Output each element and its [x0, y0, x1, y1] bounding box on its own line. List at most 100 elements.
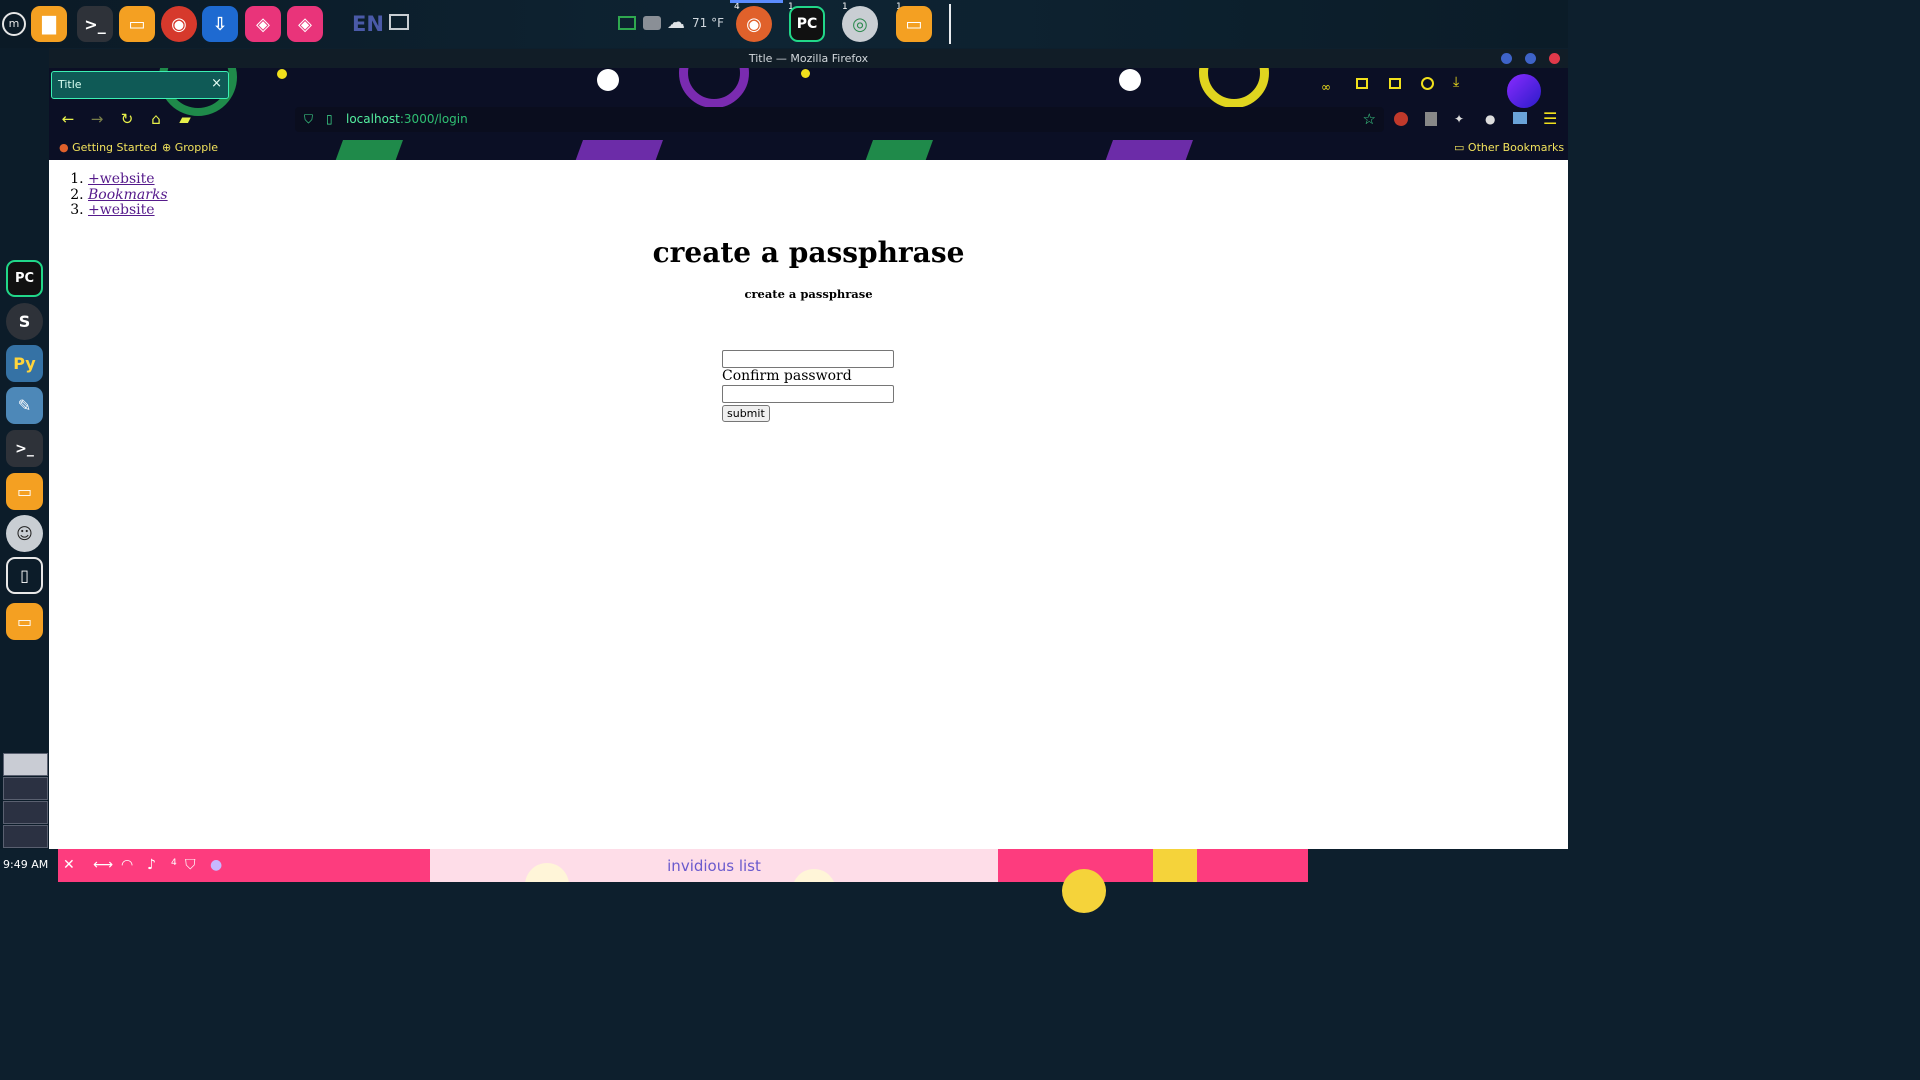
theme-block: [864, 140, 934, 160]
ublock-icon[interactable]: [1394, 112, 1408, 126]
back-button[interactable]: ←: [58, 109, 78, 129]
submit-button[interactable]: submit: [722, 405, 770, 422]
shield-icon[interactable]: ⛉: [304, 112, 313, 127]
page-icon[interactable]: ▯: [326, 112, 333, 126]
bell-icon[interactable]: ◠: [121, 857, 133, 873]
account-icon[interactable]: [1421, 77, 1434, 90]
notification-icon[interactable]: ♪: [147, 857, 156, 873]
chat-tray-icon[interactable]: ●: [210, 857, 222, 873]
left-dock: PC S Py ✎ >_ ▭ ☺ ▯ ▭: [0, 48, 49, 849]
task-label: invidious list: [667, 857, 761, 875]
extension-icon[interactable]: ✦: [1454, 112, 1464, 126]
url-bar[interactable]: ⛉ ▯ localhost:3000/login ☆: [295, 107, 1384, 132]
maximize-button[interactable]: [1525, 53, 1536, 64]
privacy-icon[interactable]: [1425, 112, 1437, 126]
workspace-1[interactable]: [3, 753, 48, 776]
panel-decor-block: [1153, 849, 1197, 882]
link-list: +website Bookmarks +website: [63, 171, 168, 219]
book-dock-icon[interactable]: ▯: [6, 557, 43, 594]
camera-icon[interactable]: [643, 16, 661, 30]
passphrase-form: Confirm password submit: [722, 350, 894, 422]
tab-close-icon[interactable]: ×: [211, 76, 222, 91]
theme-dot: [277, 69, 287, 79]
language-indicator[interactable]: EN: [352, 12, 384, 36]
pycharm-dock-icon[interactable]: PC: [6, 260, 43, 297]
running-firefox-icon[interactable]: ◉: [736, 6, 772, 42]
folder-dock-icon-2[interactable]: ▭: [6, 603, 43, 640]
sunglasses-dock-icon[interactable]: ☺: [6, 515, 43, 552]
cast-icon[interactable]: [1389, 78, 1401, 89]
bottom-panel: 9:49 AM ✕ ⟷ ◠ ♪ 4 ⛉ ● invidious list: [0, 849, 1568, 913]
folder-app-icon[interactable]: ▭: [119, 6, 155, 42]
store-app-icon[interactable]: ◈: [245, 6, 281, 42]
url-text[interactable]: localhost:3000/login: [346, 112, 468, 126]
container-icon[interactable]: [1356, 78, 1368, 89]
bookmark-star-icon[interactable]: ☆: [1363, 110, 1376, 128]
minimize-button[interactable]: [1501, 53, 1512, 64]
firefox-app-icon[interactable]: ◉: [161, 6, 197, 42]
download-icon[interactable]: ⤓: [1453, 74, 1459, 90]
window-titlebar[interactable]: Title — Mozilla Firefox: [49, 49, 1568, 68]
workspace-4[interactable]: [3, 825, 48, 848]
s-app-dock-icon[interactable]: S: [6, 303, 43, 340]
running-disk-icon[interactable]: ◎: [842, 6, 878, 42]
running-badge: 4: [734, 2, 740, 12]
workspace-2[interactable]: [3, 777, 48, 800]
page-title: create a passphrase: [652, 236, 965, 269]
installer-app-icon[interactable]: ⇩: [202, 6, 238, 42]
other-bookmarks[interactable]: ▭ Other Bookmarks: [1454, 141, 1564, 154]
extension-icon-3[interactable]: [1513, 112, 1527, 124]
website-link-2[interactable]: +website: [88, 202, 155, 218]
confirm-password-field[interactable]: [722, 385, 894, 403]
taskbar-window[interactable]: invidious list: [430, 849, 998, 882]
running-pycharm-icon[interactable]: PC: [789, 6, 825, 42]
theme-ball: [1507, 74, 1541, 108]
browser-window: Title — Mozilla Firefox Title × ∞ ⤓ ← → …: [49, 49, 1568, 849]
clock[interactable]: 9:49 AM: [3, 858, 48, 871]
forward-button[interactable]: →: [87, 109, 107, 129]
running-folder-icon[interactable]: ▭: [896, 6, 932, 42]
terminal-app-icon[interactable]: >_: [77, 6, 113, 42]
mask-icon[interactable]: ∞: [1321, 80, 1331, 94]
terminal-dock-icon[interactable]: >_: [6, 430, 43, 467]
theme-ring: [1199, 68, 1269, 108]
password-field[interactable]: [722, 350, 894, 368]
store-app-icon-2[interactable]: ◈: [287, 6, 323, 42]
url-path: :3000/login: [399, 112, 468, 126]
mute-icon[interactable]: ✕: [63, 857, 75, 873]
panel-divider: [949, 4, 951, 44]
confirm-password-label: Confirm password: [722, 368, 852, 384]
bookmark-gropple[interactable]: ⊕ Gropple: [162, 141, 218, 154]
extension-button[interactable]: ▰: [175, 109, 195, 129]
folder-dock-icon[interactable]: ▭: [6, 473, 43, 510]
close-button[interactable]: [1549, 53, 1560, 64]
website-link[interactable]: +website: [88, 171, 155, 187]
panel-decor-ball: [1062, 869, 1106, 913]
menu-hamburger-icon[interactable]: ☰: [1543, 109, 1557, 128]
bookmark-label: Gropple: [174, 141, 219, 154]
globe-icon: ⊕: [162, 141, 172, 154]
shield-tray-icon[interactable]: ⛉: [185, 857, 196, 873]
browser-tab[interactable]: Title ×: [51, 71, 229, 99]
monitor-icon[interactable]: [618, 16, 636, 30]
network-icon[interactable]: ⟷: [93, 857, 113, 873]
list-item: +website: [88, 202, 168, 219]
workspace-switcher-icon[interactable]: [389, 14, 409, 30]
files-app-icon[interactable]: ▇: [31, 6, 67, 42]
panel-dark-end: [1308, 849, 1568, 882]
reload-button[interactable]: ↻: [117, 109, 137, 129]
theme-dot: [1119, 69, 1141, 91]
theme-ring: [679, 68, 749, 108]
extension-icon-2[interactable]: ●: [1485, 112, 1495, 126]
bookmarks-link[interactable]: Bookmarks: [88, 187, 168, 203]
home-button[interactable]: ⌂: [146, 109, 166, 129]
weather-temperature[interactable]: 71 °F: [692, 16, 724, 30]
top-panel: m ▇ >_ ▭ ◉ ⇩ ◈ ◈ EN ☁ 71 °F 4 ◉ 1 PC 1 ◎…: [0, 0, 1568, 48]
python-dock-icon[interactable]: Py: [6, 345, 43, 382]
workspace-3[interactable]: [3, 801, 48, 824]
menu-icon[interactable]: m: [2, 12, 26, 36]
bookmark-getting-started[interactable]: ● Getting Started: [59, 141, 157, 154]
weather-icon[interactable]: ☁: [667, 12, 685, 33]
feather-dock-icon[interactable]: ✎: [6, 387, 43, 424]
browser-toolbar: Title × ∞ ⤓ ← → ↻ ⌂ ▰ ⛉ ▯ localhost:3000…: [49, 68, 1568, 160]
